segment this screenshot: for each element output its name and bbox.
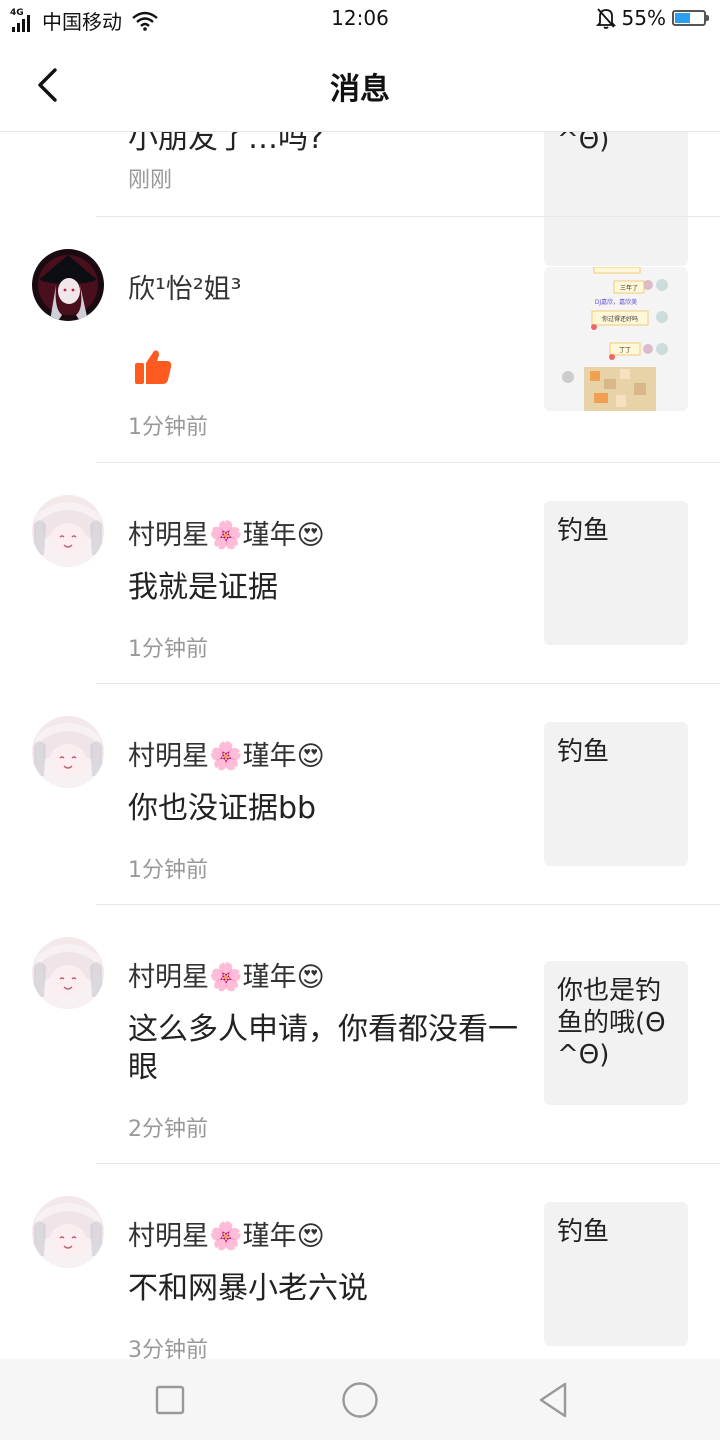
battery-icon bbox=[672, 10, 709, 26]
user-name[interactable]: 欣¹怡²姐³ bbox=[128, 267, 241, 306]
message-list[interactable]: 小朋友了…吗? 刚刚 ^Θ) 欣¹怡²姐³ 1分钟前 三年了 DJ嘉欣，嘉欣美 … bbox=[0, 132, 720, 1359]
user-name[interactable]: 村明星🌸瑾年😍 bbox=[128, 734, 325, 773]
bell-muted-icon bbox=[595, 8, 616, 29]
home-button[interactable] bbox=[337, 1377, 383, 1423]
message-item[interactable]: 欣¹怡²姐³ 1分钟前 三年了 DJ嘉欣，嘉欣美 你过得还好吗 丁丁 bbox=[0, 217, 720, 463]
user-name[interactable]: 村明星🌸瑾年😍 bbox=[128, 513, 325, 552]
image-text: 你过得还好吗 bbox=[602, 315, 638, 323]
avatar[interactable] bbox=[32, 716, 104, 788]
square-icon bbox=[155, 1385, 185, 1415]
message-text: 不和网暴小老六说 bbox=[128, 1271, 368, 1306]
battery-fill bbox=[675, 13, 690, 23]
message-item[interactable]: 小朋友了…吗? 刚刚 ^Θ) bbox=[0, 132, 720, 266]
post-thumbnail[interactable]: 三年了 DJ嘉欣，嘉欣美 你过得还好吗 丁丁 bbox=[544, 267, 688, 411]
post-thumbnail[interactable]: 钓鱼 bbox=[544, 501, 688, 645]
message-item[interactable]: 村明星🌸瑾年😍 你也没证据bb 1分钟前 钓鱼 bbox=[0, 684, 720, 905]
avatar[interactable] bbox=[32, 1196, 104, 1268]
message-item[interactable]: 村明星🌸瑾年😍 这么多人申请，你看都没看一眼 2分钟前 你也是钓鱼的哦(Θ^Θ) bbox=[0, 905, 720, 1164]
thumbnail-text: ^Θ) bbox=[557, 132, 610, 155]
message-item[interactable]: 村明星🌸瑾年😍 我就是证据 1分钟前 钓鱼 bbox=[0, 463, 720, 684]
message-time: 刚刚 bbox=[128, 168, 173, 193]
message-text: 我就是证据 bbox=[128, 570, 278, 605]
status-bar: 4G 中国移动 12:06 55% bbox=[0, 0, 720, 38]
image-text: 丁丁 bbox=[619, 347, 631, 354]
triangle-back-icon bbox=[539, 1382, 567, 1418]
system-nav-bar bbox=[0, 1359, 720, 1440]
avatar[interactable] bbox=[32, 495, 104, 567]
message-time: 1分钟前 bbox=[128, 858, 208, 883]
message-time: 1分钟前 bbox=[128, 415, 208, 440]
thumbnail-text: 钓鱼 bbox=[557, 1217, 610, 1247]
message-item[interactable]: 村明星🌸瑾年😍 不和网暴小老六说 3分钟前 钓鱼 bbox=[0, 1164, 720, 1359]
thumbnail-text: 钓鱼 bbox=[557, 737, 610, 767]
message-text: 小朋友了…吗? bbox=[128, 132, 324, 152]
thumbnail-text: 你也是钓鱼的哦(Θ^Θ) bbox=[557, 976, 666, 1070]
thumbnail-text: 钓鱼 bbox=[557, 516, 610, 546]
circle-icon bbox=[342, 1382, 378, 1418]
post-thumbnail[interactable]: 钓鱼 bbox=[544, 722, 688, 866]
battery-percent: 55% bbox=[621, 6, 666, 30]
image-text: 三年了 bbox=[620, 284, 638, 292]
avatar[interactable] bbox=[32, 249, 104, 321]
user-name[interactable]: 村明星🌸瑾年😍 bbox=[128, 955, 325, 994]
message-text: 这么多人申请，你看都没看一眼 bbox=[128, 1012, 518, 1085]
user-name[interactable]: 村明星🌸瑾年😍 bbox=[128, 1214, 325, 1253]
message-text: 你也没证据bb bbox=[128, 791, 317, 826]
back-nav-button[interactable] bbox=[530, 1377, 576, 1423]
avatar[interactable] bbox=[32, 937, 104, 1009]
page-title: 消息 bbox=[330, 72, 390, 107]
recents-button[interactable] bbox=[147, 1377, 193, 1423]
post-thumbnail[interactable]: 你也是钓鱼的哦(Θ^Θ) bbox=[544, 961, 688, 1105]
thumbs-up-icon bbox=[134, 349, 172, 389]
message-time: 1分钟前 bbox=[128, 637, 208, 662]
message-time: 3分钟前 bbox=[128, 1338, 208, 1359]
header: 消息 bbox=[0, 38, 720, 132]
chat-screenshot-image: 三年了 DJ嘉欣，嘉欣美 你过得还好吗 丁丁 bbox=[562, 267, 668, 411]
message-time: 2分钟前 bbox=[128, 1117, 208, 1142]
post-thumbnail[interactable]: 钓鱼 bbox=[544, 1202, 688, 1346]
image-text: DJ嘉欣，嘉欣美 bbox=[595, 298, 637, 306]
